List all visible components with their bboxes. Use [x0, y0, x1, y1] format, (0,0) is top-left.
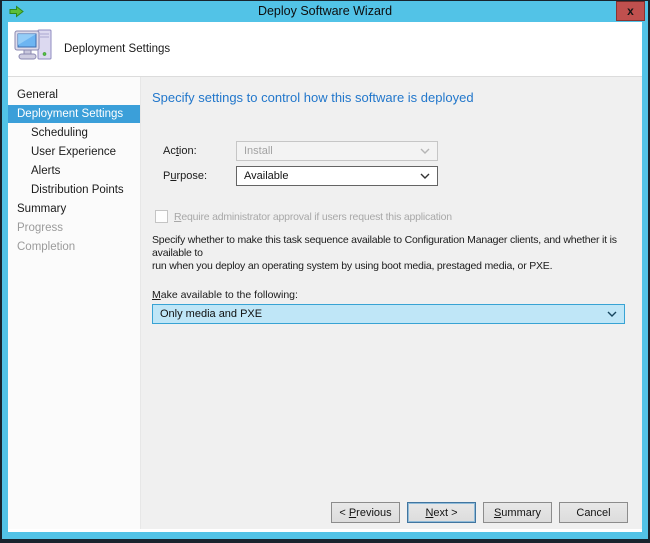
close-icon: x [627, 4, 634, 18]
previous-button[interactable]: < Previous [331, 502, 400, 523]
action-label: Action: [163, 145, 236, 157]
chevron-down-icon [420, 148, 430, 154]
nav-item-summary[interactable]: Summary [8, 200, 140, 218]
computer-icon [13, 27, 55, 72]
nav-item-completion: Completion [8, 238, 140, 256]
summary-button[interactable]: Summary [483, 502, 552, 523]
make-available-label: Make available to the following: [152, 289, 642, 301]
purpose-label: Purpose: [163, 170, 236, 182]
close-button[interactable]: x [616, 1, 645, 21]
page-title: Deployment Settings [64, 43, 170, 55]
description-text: Specify whether to make this task sequen… [152, 234, 630, 273]
approval-row: Require administrator approval if users … [155, 210, 642, 223]
purpose-row: Purpose: Available [163, 166, 642, 186]
wizard-header: Deployment Settings [8, 22, 642, 77]
approval-label: Require administrator approval if users … [174, 211, 452, 223]
approval-checkbox [155, 210, 168, 223]
nav-item-progress: Progress [8, 219, 140, 237]
purpose-dropdown[interactable]: Available [236, 166, 438, 186]
screen: Deploy Software Wizard x [0, 0, 650, 543]
purpose-value: Available [244, 170, 288, 182]
action-value: Install [244, 145, 273, 157]
wizard-window: Deploy Software Wizard x [2, 1, 648, 539]
wizard-nav: General Deployment Settings Scheduling U… [8, 77, 140, 529]
chevron-down-icon [607, 311, 617, 317]
page-heading: Specify settings to control how this sof… [152, 90, 630, 105]
next-button[interactable]: Next > [407, 502, 476, 523]
nav-item-scheduling[interactable]: Scheduling [8, 124, 140, 142]
nav-item-user-experience[interactable]: User Experience [8, 143, 140, 161]
settings-form: Action: Install Purpose: Avail [163, 141, 642, 186]
nav-item-deployment-settings[interactable]: Deployment Settings [8, 105, 140, 123]
make-available-value: Only media and PXE [160, 308, 262, 320]
chevron-down-icon [420, 173, 430, 179]
action-dropdown: Install [236, 141, 438, 161]
action-row: Action: Install [163, 141, 642, 161]
cancel-button[interactable]: Cancel [559, 502, 628, 523]
dialog: Deployment Settings General Deployment S… [8, 22, 642, 532]
nav-item-general[interactable]: General [8, 86, 140, 104]
make-available-dropdown[interactable]: Only media and PXE [152, 304, 625, 324]
body: General Deployment Settings Scheduling U… [8, 77, 642, 529]
window-title: Deploy Software Wizard [2, 1, 648, 22]
nav-item-distribution-points[interactable]: Distribution Points [8, 181, 140, 199]
wizard-page: Specify settings to control how this sof… [140, 77, 642, 529]
nav-item-alerts[interactable]: Alerts [8, 162, 140, 180]
wizard-buttons: < Previous Next > Summary Cancel [331, 502, 628, 523]
titlebar[interactable]: Deploy Software Wizard x [2, 1, 648, 22]
